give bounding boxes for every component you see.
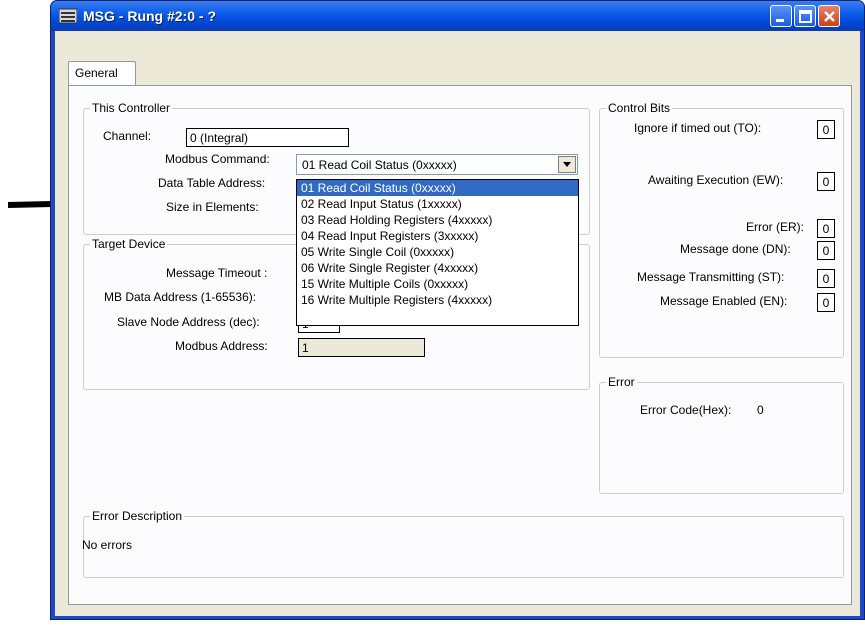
size-in-elements-label: Size in Elements: — [166, 200, 259, 214]
control-bits-label: Control Bits — [606, 101, 673, 115]
window-title: MSG - Rung #2:0 - ? — [83, 8, 216, 24]
msg-instruction-icon — [59, 8, 77, 24]
title-bar[interactable]: MSG - Rung #2:0 - ? — [51, 1, 864, 31]
dropdown-option[interactable]: 05 Write Single Coil (0xxxxx) — [297, 244, 578, 260]
modbus-command-label: Modbus Command: — [165, 152, 270, 166]
channel-label: Channel: — [103, 129, 152, 143]
dropdown-option[interactable]: 16 Write Multiple Registers (4xxxxx) — [297, 292, 578, 308]
message-enabled-checkbox[interactable]: 0 — [817, 293, 835, 312]
message-timeout-label: Message Timeout : — [166, 266, 268, 280]
awaiting-execution-label: Awaiting Execution (EW): — [648, 173, 784, 187]
awaiting-execution-value: 0 — [817, 172, 835, 191]
dropdown-option[interactable]: 15 Write Multiple Coils (0xxxxx) — [297, 276, 578, 292]
error-er-label: Error (ER): — [746, 220, 804, 234]
error-er-value: 0 — [817, 219, 835, 238]
minimize-icon — [776, 19, 784, 22]
message-enabled-label: Message Enabled (EN): — [660, 294, 788, 308]
dropdown-option[interactable]: 06 Write Single Register (4xxxxx) — [297, 260, 578, 276]
message-done-value: 0 — [817, 241, 835, 260]
close-icon — [824, 11, 835, 22]
minimize-button[interactable] — [770, 5, 792, 27]
maximize-button[interactable] — [794, 5, 816, 27]
dropdown-option[interactable]: 01 Read Coil Status (0xxxxx) — [297, 180, 578, 196]
target-device-label: Target Device — [90, 237, 168, 251]
error-description-label: Error Description — [90, 509, 185, 523]
dropdown-option[interactable]: 04 Read Input Registers (3xxxxx) — [297, 228, 578, 244]
message-transmitting-value: 0 — [817, 269, 835, 288]
message-transmitting-label: Message Transmitting (ST): — [637, 270, 785, 284]
this-controller-label: This Controller — [90, 101, 173, 115]
modbus-command-dropdown-list[interactable]: 01 Read Coil Status (0xxxxx) 02 Read Inp… — [296, 179, 579, 326]
error-description-group: Error Description — [83, 509, 844, 578]
tab-general-label: General — [75, 66, 118, 80]
chevron-down-icon — [563, 162, 571, 167]
error-description-text: No errors — [82, 538, 133, 552]
control-bits-group: Control Bits — [599, 101, 844, 358]
modbus-address-label: Modbus Address: — [175, 339, 268, 353]
error-code-label: Error Code(Hex): — [640, 403, 732, 417]
error-group: Error — [599, 375, 844, 494]
message-done-label: Message done (DN): — [680, 242, 791, 256]
close-button[interactable] — [818, 5, 840, 27]
ignore-if-timed-out-label: Ignore if timed out (TO): — [634, 121, 762, 135]
modbus-address-field: 1 — [298, 338, 425, 357]
mb-data-address-label: MB Data Address (1-65536): — [104, 290, 257, 304]
slave-node-address-label: Slave Node Address (dec): — [117, 315, 260, 329]
error-group-label: Error — [606, 375, 637, 389]
modbus-command-value: 01 Read Coil Status (0xxxxx) — [302, 158, 457, 172]
channel-field[interactable]: 0 (Integral) — [186, 128, 349, 147]
error-code-value: 0 — [757, 403, 764, 417]
ignore-if-timed-out-checkbox[interactable]: 0 — [817, 120, 835, 139]
dropdown-option[interactable]: 02 Read Input Status (1xxxxx) — [297, 196, 578, 212]
dropdown-option[interactable]: 03 Read Holding Registers (4xxxxx) — [297, 212, 578, 228]
tab-general[interactable]: General — [68, 61, 136, 86]
modbus-command-select[interactable]: 01 Read Coil Status (0xxxxx) — [296, 154, 578, 175]
dropdown-button[interactable] — [558, 156, 576, 173]
data-table-address-label: Data Table Address: — [158, 176, 266, 190]
maximize-icon — [799, 10, 812, 23]
